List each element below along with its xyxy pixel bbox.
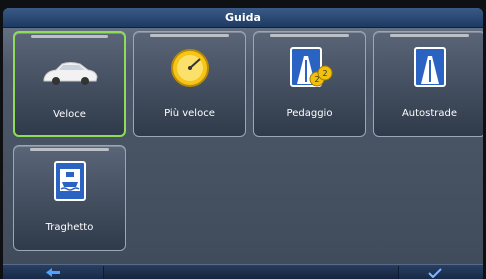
back-arrow-icon xyxy=(46,268,60,277)
tile-shine xyxy=(270,34,349,37)
tile-label: Autostrade xyxy=(401,108,458,119)
dialog-frame: Guida Veloce Più veloce 2 2 Pedaggio Aut… xyxy=(3,8,483,279)
tile-pedaggio[interactable]: 2 2 Pedaggio xyxy=(253,31,366,137)
bottom-bar xyxy=(3,264,483,279)
tile-label: Traghetto xyxy=(45,222,94,233)
ferry-icon xyxy=(14,160,125,202)
tile-traghetto[interactable]: Traghetto xyxy=(13,145,126,251)
tile-shine xyxy=(150,34,229,37)
tile-piu-veloce[interactable]: Più veloce xyxy=(133,31,246,137)
checkmark-icon xyxy=(428,267,442,278)
title-bar: Guida xyxy=(3,8,483,28)
speedometer-icon xyxy=(134,48,245,88)
tile-label: Più veloce xyxy=(164,108,215,119)
toll-road-icon: 2 2 xyxy=(254,46,365,92)
toll-coin-text: 2 xyxy=(322,69,327,78)
motorway-icon xyxy=(374,46,483,88)
bottom-bar-spacer xyxy=(103,266,399,279)
tile-label: Veloce xyxy=(53,109,86,120)
tile-shine xyxy=(390,34,469,37)
tile-autostrade[interactable]: Autostrade xyxy=(373,31,483,137)
toll-coin-text: 2 xyxy=(314,75,319,84)
confirm-button[interactable] xyxy=(387,266,483,279)
tile-shine xyxy=(30,148,109,151)
car-icon xyxy=(15,59,124,89)
tile-veloce[interactable]: Veloce xyxy=(13,31,126,137)
tile-label: Pedaggio xyxy=(286,108,333,119)
back-button[interactable] xyxy=(5,266,101,279)
tile-shine xyxy=(31,35,108,38)
